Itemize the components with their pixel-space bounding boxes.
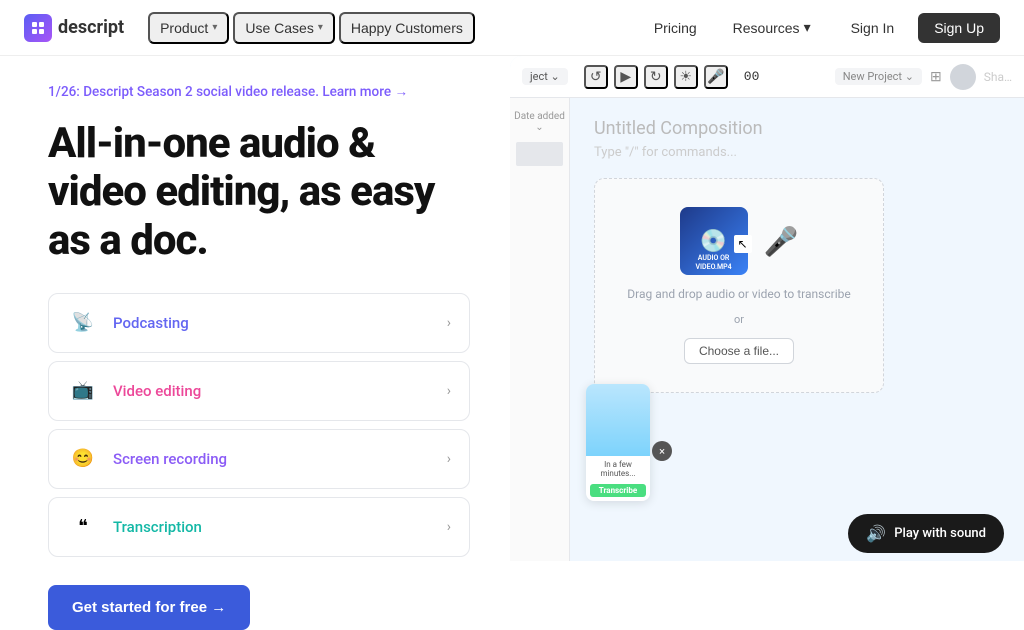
sign-in-button[interactable]: Sign In xyxy=(835,13,911,43)
media-thumb-label: AUDIO ORVIDEO.MP4 xyxy=(680,254,748,271)
app-sidebar: Date added ⌄ xyxy=(510,98,570,561)
media-thumbnail: 💿 AUDIO ORVIDEO.MP4 ↖ xyxy=(680,207,748,275)
project-tag: ject ⌄ xyxy=(522,68,568,85)
floating-waveform-card: In a few minutes... Transcribe xyxy=(586,384,650,501)
undo-button[interactable]: ↺ xyxy=(584,65,608,89)
feature-left: 😊 Screen recording xyxy=(67,443,227,475)
drop-zone-text-area: 🎤 xyxy=(764,225,799,258)
nav-right: Pricing Resources ▾ Sign In Sign Up xyxy=(642,12,1000,43)
cursor-icon: ↖ xyxy=(734,235,752,253)
hero-title: All-in-one audio & video editing, as eas… xyxy=(48,120,470,265)
mic-drop-icon: 🎤 xyxy=(764,225,799,258)
pricing-link[interactable]: Pricing xyxy=(642,13,709,43)
nav-links: Product ▾ Use Cases ▾ Happy Customers xyxy=(148,12,475,44)
composition-hint: Type "/" for commands... xyxy=(594,145,1000,160)
navbar: descript Product ▾ Use Cases ▾ Happy Cus… xyxy=(0,0,1024,56)
feature-podcasting[interactable]: 📡 Podcasting › xyxy=(48,293,470,353)
floating-card-text: In a few minutes... xyxy=(586,456,650,482)
video-editing-label: Video editing xyxy=(113,382,201,400)
chevron-right-icon: › xyxy=(447,315,451,331)
composition-title: Untitled Composition xyxy=(594,118,1000,139)
app-toolbar: ject ⌄ ↺ ▶ ↻ ☀ 🎤 00 New Project ⌄ ⊞ Sha… xyxy=(510,56,1024,98)
screen-recording-label: Screen recording xyxy=(113,450,227,468)
chevron-right-icon: › xyxy=(447,383,451,399)
toolbar-right: New Project ⌄ ⊞ Sha… xyxy=(835,64,1012,90)
drop-zone-or: or xyxy=(734,313,744,326)
sidebar-bar xyxy=(516,142,563,166)
toolbar-controls: ↺ ▶ ↻ ☀ 🎤 xyxy=(584,65,728,89)
transcribe-badge: Transcribe xyxy=(590,484,646,497)
app-content: Untitled Composition Type "/" for comman… xyxy=(570,98,1024,561)
playhead-time: 00 xyxy=(744,69,760,84)
right-panel: ject ⌄ ↺ ▶ ↻ ☀ 🎤 00 New Project ⌄ ⊞ Sha… xyxy=(510,56,1024,561)
screen-recording-icon: 😊 xyxy=(67,443,99,475)
feature-screen-recording[interactable]: 😊 Screen recording › xyxy=(48,429,470,489)
chevron-right-icon: › xyxy=(447,451,451,467)
announcement-link[interactable]: 1/26: Descript Season 2 social video rel… xyxy=(48,84,408,100)
podcasting-label: Podcasting xyxy=(113,314,189,332)
feature-transcription[interactable]: ❝ Transcription › xyxy=(48,497,470,557)
feature-list: 📡 Podcasting › 📺 Video editing › 😊 Scree… xyxy=(48,293,470,557)
mic-button[interactable]: 🎤 xyxy=(704,65,728,89)
sign-up-button[interactable]: Sign Up xyxy=(918,13,1000,43)
drop-zone-row: 💿 AUDIO ORVIDEO.MP4 ↖ 🎤 xyxy=(680,207,799,275)
podcasting-icon: 📡 xyxy=(67,307,99,339)
close-overlay-button[interactable]: × xyxy=(652,441,672,461)
chevron-down-icon: ▾ xyxy=(212,22,217,33)
drop-zone[interactable]: 💿 AUDIO ORVIDEO.MP4 ↖ 🎤 Drag and drop au… xyxy=(594,178,884,393)
nav-product[interactable]: Product ▾ xyxy=(148,12,229,44)
feature-left: 📡 Podcasting xyxy=(67,307,189,339)
chevron-down-icon: ▾ xyxy=(318,22,323,33)
waveform-visual xyxy=(586,384,650,456)
choose-file-button[interactable]: Choose a file... xyxy=(684,338,794,364)
video-editing-icon: 📺 xyxy=(67,375,99,407)
share-icon: Sha… xyxy=(984,70,1012,84)
left-panel: 1/26: Descript Season 2 social video rel… xyxy=(0,56,510,561)
user-avatar[interactable] xyxy=(950,64,976,90)
transcription-icon: ❝ xyxy=(67,511,99,543)
play-with-sound-button[interactable]: 🔊 Play with sound xyxy=(848,514,1004,553)
logo-text: descript xyxy=(58,17,124,38)
logo-icon xyxy=(24,14,52,42)
feature-left: ❝ Transcription xyxy=(67,511,202,543)
get-started-button[interactable]: Get started for free → xyxy=(48,585,250,630)
app-body: Date added ⌄ Untitled Composition Type "… xyxy=(510,98,1024,561)
chevron-down-icon: ▾ xyxy=(804,19,811,36)
play-icon: 🔊 xyxy=(866,524,886,543)
logo[interactable]: descript xyxy=(24,14,124,42)
main-content: 1/26: Descript Season 2 social video rel… xyxy=(0,56,1024,561)
media-disc-icon: 💿 xyxy=(700,229,727,254)
layout-icon: ⊞ xyxy=(930,69,942,85)
redo-button[interactable]: ↻ xyxy=(644,65,668,89)
chevron-right-icon: › xyxy=(447,519,451,535)
feature-left: 📺 Video editing xyxy=(67,375,201,407)
drop-zone-text: Drag and drop audio or video to transcri… xyxy=(627,287,850,301)
app-mockup: ject ⌄ ↺ ▶ ↻ ☀ 🎤 00 New Project ⌄ ⊞ Sha… xyxy=(510,56,1024,561)
brightness-button[interactable]: ☀ xyxy=(674,65,698,89)
sidebar-date-added: Date added ⌄ xyxy=(510,106,569,138)
nav-happy-customers[interactable]: Happy Customers xyxy=(339,12,475,44)
play-button[interactable]: ▶ xyxy=(614,65,638,89)
nav-use-cases[interactable]: Use Cases ▾ xyxy=(233,12,335,44)
resources-link[interactable]: Resources ▾ xyxy=(717,12,827,43)
announcement-banner[interactable]: 1/26: Descript Season 2 social video rel… xyxy=(48,84,470,100)
nav-left: descript Product ▾ Use Cases ▾ Happy Cus… xyxy=(24,12,475,44)
transcription-label: Transcription xyxy=(113,518,202,536)
new-project-tag: New Project ⌄ xyxy=(835,68,922,85)
feature-video-editing[interactable]: 📺 Video editing › xyxy=(48,361,470,421)
